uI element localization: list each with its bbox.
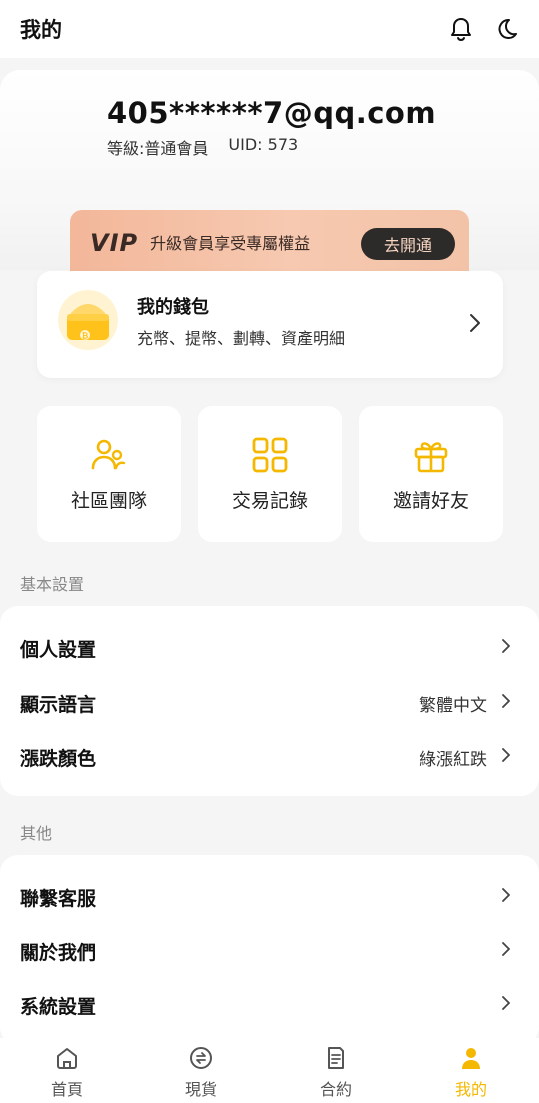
page-title: 我的 <box>20 18 62 42</box>
vip-logo: VIP <box>90 229 139 257</box>
user-meta: 等級:普通會員 UID: 573 <box>107 135 298 159</box>
chevron-right-icon <box>501 941 511 961</box>
row-label: 顯示語言 <box>20 693 97 716</box>
gift-icon <box>413 436 449 474</box>
row-right <box>501 638 511 658</box>
tab-contract[interactable]: 合約 <box>296 1046 376 1100</box>
wallet-subtitle: 充幣、提幣、劃轉、資產明細 <box>137 329 346 348</box>
member-level: 等級:普通會員 <box>107 139 209 158</box>
row-right <box>501 995 511 1015</box>
tab-spot[interactable]: 現貨 <box>161 1046 241 1100</box>
tab-label: 合約 <box>319 1080 352 1099</box>
row-right <box>501 941 511 961</box>
user-icon <box>459 1046 483 1074</box>
bell-icon[interactable] <box>449 16 473 42</box>
quick-item-invite-friends[interactable]: 邀請好友 <box>359 406 503 542</box>
settings-row-price-color[interactable]: 漲跌顏色 綠漲紅跌 <box>0 730 539 784</box>
quick-item-community-team[interactable]: 社區團隊 <box>37 406 181 542</box>
chevron-right-icon <box>501 995 511 1015</box>
wallet-title: 我的錢包 <box>137 297 209 318</box>
quick-item-label: 交易記錄 <box>231 489 308 512</box>
bottom-tab-bar: 首頁 現貨 合約 我的 <box>0 1038 539 1103</box>
quick-item-label: 邀請好友 <box>392 489 469 512</box>
top-bar: 我的 <box>0 0 539 58</box>
contract-icon <box>324 1046 348 1074</box>
tab-label: 首頁 <box>50 1080 83 1099</box>
quick-item-trade-records[interactable]: 交易記錄 <box>198 406 342 542</box>
tab-label: 我的 <box>454 1080 487 1099</box>
tab-home[interactable]: 首頁 <box>27 1046 107 1100</box>
row-right: 綠漲紅跌 <box>419 745 511 770</box>
tab-mine[interactable]: 我的 <box>431 1046 511 1100</box>
header-actions <box>449 16 519 42</box>
chevron-right-icon <box>501 887 511 907</box>
tab-label: 現貨 <box>184 1080 217 1099</box>
svg-text:₿: ₿ <box>82 332 89 341</box>
grid-icon <box>252 436 288 474</box>
user-uid: UID: 573 <box>228 135 299 154</box>
moon-icon[interactable] <box>495 17 519 41</box>
activate-vip-button[interactable]: 去開通 <box>361 228 455 260</box>
vip-text: 升級會員享受專屬權益 <box>150 234 311 253</box>
wallet-card[interactable]: ₿ 我的錢包 充幣、提幣、劃轉、資產明細 <box>37 271 503 378</box>
settings-row-language[interactable]: 顯示語言 繁體中文 <box>0 676 539 730</box>
chevron-right-icon <box>501 747 511 767</box>
price-color-value: 綠漲紅跌 <box>419 749 487 770</box>
row-label: 關於我們 <box>20 941 97 964</box>
row-label: 漲跌顏色 <box>20 747 97 770</box>
row-right: 繁體中文 <box>419 691 511 716</box>
home-icon <box>55 1046 79 1074</box>
quick-item-label: 社區團隊 <box>70 489 147 512</box>
settings-row-contact-support[interactable]: 聯繫客服 <box>0 870 539 924</box>
team-icon <box>91 436 127 474</box>
section-title-other: 其他 <box>20 824 53 843</box>
quick-actions: 社區團隊 交易記錄 邀請好友 <box>37 406 503 542</box>
section-title-basic-settings: 基本設置 <box>20 575 85 594</box>
chevron-right-icon <box>469 313 481 337</box>
vip-banner[interactable]: VIP 升級會員享受專屬權益 去開通 <box>70 210 469 276</box>
spot-icon <box>189 1046 213 1074</box>
row-label: 聯繫客服 <box>20 887 97 910</box>
user-email: 405******7@qq.com <box>107 96 437 130</box>
wallet-icon: ₿ <box>57 289 119 351</box>
chevron-right-icon <box>501 638 511 658</box>
language-value: 繁體中文 <box>419 695 487 716</box>
settings-row-about-us[interactable]: 關於我們 <box>0 924 539 978</box>
row-label: 個人設置 <box>20 638 97 661</box>
chevron-right-icon <box>501 693 511 713</box>
row-label: 系統設置 <box>20 995 97 1018</box>
settings-row-system[interactable]: 系統設置 <box>0 978 539 1032</box>
settings-row-personal[interactable]: 個人設置 <box>0 621 539 675</box>
row-right <box>501 887 511 907</box>
